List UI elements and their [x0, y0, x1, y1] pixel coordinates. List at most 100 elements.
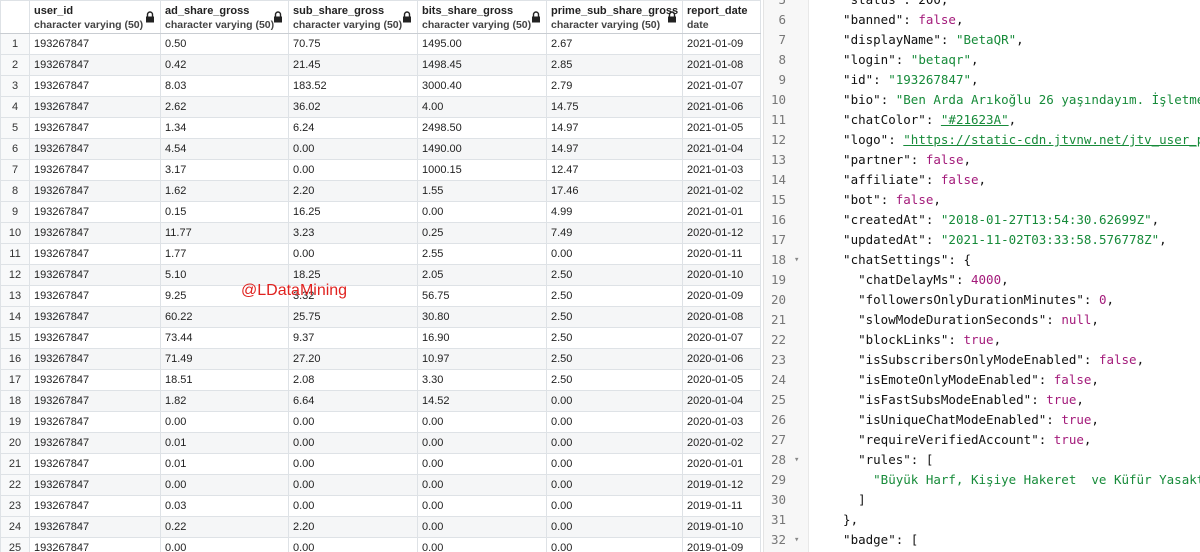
cell-sub-share-gross[interactable]: 27.20	[288, 348, 418, 370]
cell-user-id[interactable]: 193267847	[29, 474, 161, 496]
row-number[interactable]: 20	[0, 432, 30, 454]
cell-bits-share-gross[interactable]: 2.05	[417, 264, 547, 286]
cell-user-id[interactable]: 193267847	[29, 33, 161, 55]
cell-sub-share-gross[interactable]: 36.02	[288, 96, 418, 118]
code-line[interactable]: 27 "requireVerifiedAccount": true,	[764, 430, 1200, 450]
cell-report-date[interactable]: 2020-01-11	[682, 243, 761, 265]
code-line[interactable]: 29 "Büyük Harf, Kişiye Hakeret ve Küfür …	[764, 470, 1200, 490]
cell-ad-share-gross[interactable]: 4.54	[160, 138, 289, 160]
cell-sub-share-gross[interactable]: 6.24	[288, 117, 418, 139]
table-row[interactable]: 4 193267847 2.62 36.02 4.00 14.75 2021-01-06	[0, 96, 761, 118]
row-number[interactable]: 22	[0, 474, 30, 496]
cell-sub-share-gross[interactable]: 2.20	[288, 180, 418, 202]
cell-sub-share-gross[interactable]: 0.00	[288, 411, 418, 433]
code-line[interactable]: 23 "isSubscribersOnlyModeEnabled": false…	[764, 350, 1200, 370]
cell-bits-share-gross[interactable]: 0.00	[417, 516, 547, 538]
cell-bits-share-gross[interactable]: 0.00	[417, 201, 547, 223]
cell-report-date[interactable]: 2021-01-03	[682, 159, 761, 181]
cell-bits-share-gross[interactable]: 1495.00	[417, 33, 547, 55]
row-number[interactable]: 14	[0, 306, 30, 328]
table-row[interactable]: 24 193267847 0.22 2.20 0.00 0.00 2019-01-10	[0, 516, 761, 538]
row-number[interactable]: 6	[0, 138, 30, 160]
code-line[interactable]: 6 "banned": false,	[764, 10, 1200, 30]
cell-ad-share-gross[interactable]: 0.22	[160, 516, 289, 538]
cell-report-date[interactable]: 2020-01-12	[682, 222, 761, 244]
chevron-down-icon[interactable]: ▾	[794, 530, 799, 550]
row-number[interactable]: 4	[0, 96, 30, 118]
cell-report-date[interactable]: 2020-01-02	[682, 432, 761, 454]
cell-sub-share-gross[interactable]: 183.52	[288, 75, 418, 97]
cell-prime-sub-share-gross[interactable]: 0.00	[546, 411, 683, 433]
cell-user-id[interactable]: 193267847	[29, 495, 161, 517]
row-number[interactable]: 21	[0, 453, 30, 475]
json-editor[interactable]: 5 "status": 200,6 "banned": false,7 "dis…	[763, 0, 1200, 552]
code-line[interactable]: 26 "isUniqueChatModeEnabled": true,	[764, 410, 1200, 430]
cell-report-date[interactable]: 2019-01-10	[682, 516, 761, 538]
cell-sub-share-gross[interactable]: 3.32	[288, 285, 418, 307]
cell-bits-share-gross[interactable]: 14.52	[417, 390, 547, 412]
cell-report-date[interactable]: 2021-01-04	[682, 138, 761, 160]
cell-report-date[interactable]: 2020-01-07	[682, 327, 761, 349]
code-line[interactable]: 5 "status": 200,	[764, 0, 1200, 10]
cell-bits-share-gross[interactable]: 2498.50	[417, 117, 547, 139]
cell-prime-sub-share-gross[interactable]: 12.47	[546, 159, 683, 181]
cell-bits-share-gross[interactable]: 1.55	[417, 180, 547, 202]
row-number[interactable]: 5	[0, 117, 30, 139]
column-header-bits-share-gross[interactable]: bits_share_gross character varying (50)	[417, 0, 547, 34]
cell-sub-share-gross[interactable]: 25.75	[288, 306, 418, 328]
cell-sub-share-gross[interactable]: 70.75	[288, 33, 418, 55]
cell-bits-share-gross[interactable]: 1498.45	[417, 54, 547, 76]
cell-user-id[interactable]: 193267847	[29, 537, 161, 552]
table-row[interactable]: 12 193267847 5.10 18.25 2.05 2.50 2020-01-10	[0, 264, 761, 286]
cell-ad-share-gross[interactable]: 73.44	[160, 327, 289, 349]
row-number[interactable]: 19	[0, 411, 30, 433]
chevron-down-icon[interactable]: ▾	[794, 450, 799, 470]
cell-report-date[interactable]: 2020-01-01	[682, 453, 761, 475]
cell-sub-share-gross[interactable]: 16.25	[288, 201, 418, 223]
cell-ad-share-gross[interactable]: 1.77	[160, 243, 289, 265]
cell-sub-share-gross[interactable]: 2.08	[288, 369, 418, 391]
column-header-user-id[interactable]: user_id character varying (50)	[29, 0, 161, 34]
cell-bits-share-gross[interactable]: 10.97	[417, 348, 547, 370]
table-row[interactable]: 15 193267847 73.44 9.37 16.90 2.50 2020-01-07	[0, 327, 761, 349]
cell-user-id[interactable]: 193267847	[29, 159, 161, 181]
row-number[interactable]: 7	[0, 159, 30, 181]
table-row[interactable]: 8 193267847 1.62 2.20 1.55 17.46 2021-01-02	[0, 180, 761, 202]
row-number[interactable]: 13	[0, 285, 30, 307]
cell-ad-share-gross[interactable]: 0.00	[160, 411, 289, 433]
cell-sub-share-gross[interactable]: 0.00	[288, 138, 418, 160]
cell-bits-share-gross[interactable]: 0.00	[417, 411, 547, 433]
cell-report-date[interactable]: 2021-01-02	[682, 180, 761, 202]
cell-user-id[interactable]: 193267847	[29, 369, 161, 391]
table-row[interactable]: 17 193267847 18.51 2.08 3.30 2.50 2020-01-05	[0, 369, 761, 391]
cell-bits-share-gross[interactable]: 0.00	[417, 495, 547, 517]
row-number[interactable]: 1	[0, 33, 30, 55]
cell-sub-share-gross[interactable]: 0.00	[288, 453, 418, 475]
cell-report-date[interactable]: 2021-01-07	[682, 75, 761, 97]
cell-sub-share-gross[interactable]: 0.00	[288, 159, 418, 181]
cell-report-date[interactable]: 2021-01-01	[682, 201, 761, 223]
cell-bits-share-gross[interactable]: 0.25	[417, 222, 547, 244]
cell-ad-share-gross[interactable]: 5.10	[160, 264, 289, 286]
cell-report-date[interactable]: 2020-01-04	[682, 390, 761, 412]
column-header-ad-share-gross[interactable]: ad_share_gross character varying (50)	[160, 0, 289, 34]
cell-bits-share-gross[interactable]: 56.75	[417, 285, 547, 307]
table-row[interactable]: 2 193267847 0.42 21.45 1498.45 2.85 2021-01-08	[0, 54, 761, 76]
cell-prime-sub-share-gross[interactable]: 0.00	[546, 432, 683, 454]
table-row[interactable]: 22 193267847 0.00 0.00 0.00 0.00 2019-01-12	[0, 474, 761, 496]
cell-bits-share-gross[interactable]: 0.00	[417, 537, 547, 552]
cell-ad-share-gross[interactable]: 0.50	[160, 33, 289, 55]
table-row[interactable]: 11 193267847 1.77 0.00 2.55 0.00 2020-01-11	[0, 243, 761, 265]
cell-user-id[interactable]: 193267847	[29, 54, 161, 76]
cell-report-date[interactable]: 2021-01-05	[682, 117, 761, 139]
cell-prime-sub-share-gross[interactable]: 2.50	[546, 348, 683, 370]
cell-sub-share-gross[interactable]: 0.00	[288, 243, 418, 265]
cell-prime-sub-share-gross[interactable]: 2.50	[546, 369, 683, 391]
table-row[interactable]: 25 193267847 0.00 0.00 0.00 0.00 2019-01-09	[0, 537, 761, 552]
cell-prime-sub-share-gross[interactable]: 2.50	[546, 327, 683, 349]
cell-ad-share-gross[interactable]: 71.49	[160, 348, 289, 370]
row-number[interactable]: 10	[0, 222, 30, 244]
code-line[interactable]: 25 "isFastSubsModeEnabled": true,	[764, 390, 1200, 410]
code-line[interactable]: 10 "bio": "Ben Arda Arıkoğlu 26 yaşınday…	[764, 90, 1200, 110]
cell-sub-share-gross[interactable]: 0.00	[288, 495, 418, 517]
